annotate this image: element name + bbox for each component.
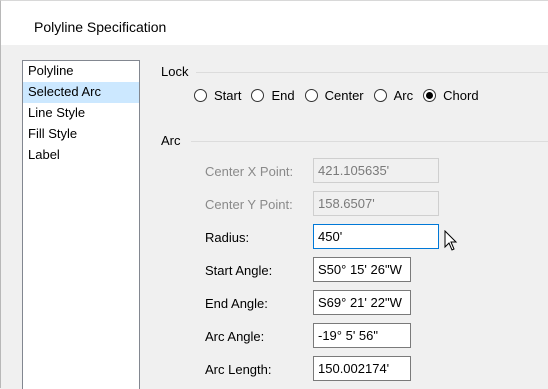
lock-chord-radio[interactable]: Chord bbox=[423, 88, 479, 103]
center-y-field: 158.6507' bbox=[313, 191, 439, 216]
radio-checked-icon bbox=[423, 89, 437, 102]
sidebar-item-label[interactable]: Label bbox=[23, 145, 139, 166]
lock-end-radio[interactable]: End bbox=[251, 88, 295, 103]
polyline-specification-dialog: Polyline Specification Polyline Selected… bbox=[0, 0, 548, 389]
sidebar-item-line-style[interactable]: Line Style bbox=[23, 103, 139, 124]
arc-length-label: Arc Length: bbox=[205, 362, 272, 377]
lock-arc-label: Arc bbox=[393, 88, 414, 103]
radio-circle-icon bbox=[194, 89, 207, 102]
center-x-field: 421.105635' bbox=[313, 158, 439, 183]
dialog-header: Polyline Specification bbox=[1, 1, 548, 45]
dialog-title: Polyline Specification bbox=[34, 19, 167, 35]
lock-start-label: Start bbox=[214, 88, 242, 103]
radio-circle-icon bbox=[251, 89, 265, 102]
arc-angle-label: Arc Angle: bbox=[205, 329, 265, 344]
lock-group-label: Lock bbox=[161, 64, 189, 79]
sidebar-item-selected-arc[interactable]: Selected Arc bbox=[23, 82, 139, 103]
lock-arc-radio[interactable]: Arc bbox=[373, 88, 414, 103]
radio-circle-icon bbox=[304, 89, 318, 102]
arc-group-label: Arc bbox=[161, 133, 181, 148]
radius-field[interactable]: 450' bbox=[313, 224, 439, 249]
end-angle-label: End Angle: bbox=[205, 296, 268, 311]
radio-circle-icon bbox=[373, 89, 387, 102]
arc-length-field[interactable]: 150.002174' bbox=[313, 356, 411, 381]
arc-angle-field[interactable]: -19° 5' 56" bbox=[313, 323, 411, 348]
radius-label: Radius: bbox=[205, 230, 250, 245]
lock-chord-label: Chord bbox=[443, 88, 479, 103]
lock-end-label: End bbox=[271, 88, 295, 103]
mouse-pointer-icon bbox=[444, 229, 458, 255]
sidebar-item-polyline[interactable]: Polyline bbox=[23, 61, 139, 82]
arc-group-divider bbox=[191, 141, 548, 142]
lock-start-radio[interactable]: Start bbox=[194, 88, 241, 103]
lock-radio-group: Start End Center Arc Chord bbox=[194, 88, 489, 103]
center-y-label: Center Y Point: bbox=[205, 197, 293, 212]
lock-center-label: Center bbox=[324, 88, 364, 103]
start-angle-field[interactable]: S50° 15' 26"W bbox=[313, 257, 411, 282]
start-angle-label: Start Angle: bbox=[205, 263, 273, 278]
lock-center-radio[interactable]: Center bbox=[304, 88, 364, 103]
center-x-label: Center X Point: bbox=[205, 164, 294, 179]
lock-group-divider bbox=[196, 72, 548, 73]
sidebar-item-fill-style[interactable]: Fill Style bbox=[23, 124, 139, 145]
end-angle-field[interactable]: S69° 21' 22"W bbox=[313, 290, 411, 315]
sidebar-panel-list: Polyline Selected Arc Line Style Fill St… bbox=[22, 60, 140, 389]
